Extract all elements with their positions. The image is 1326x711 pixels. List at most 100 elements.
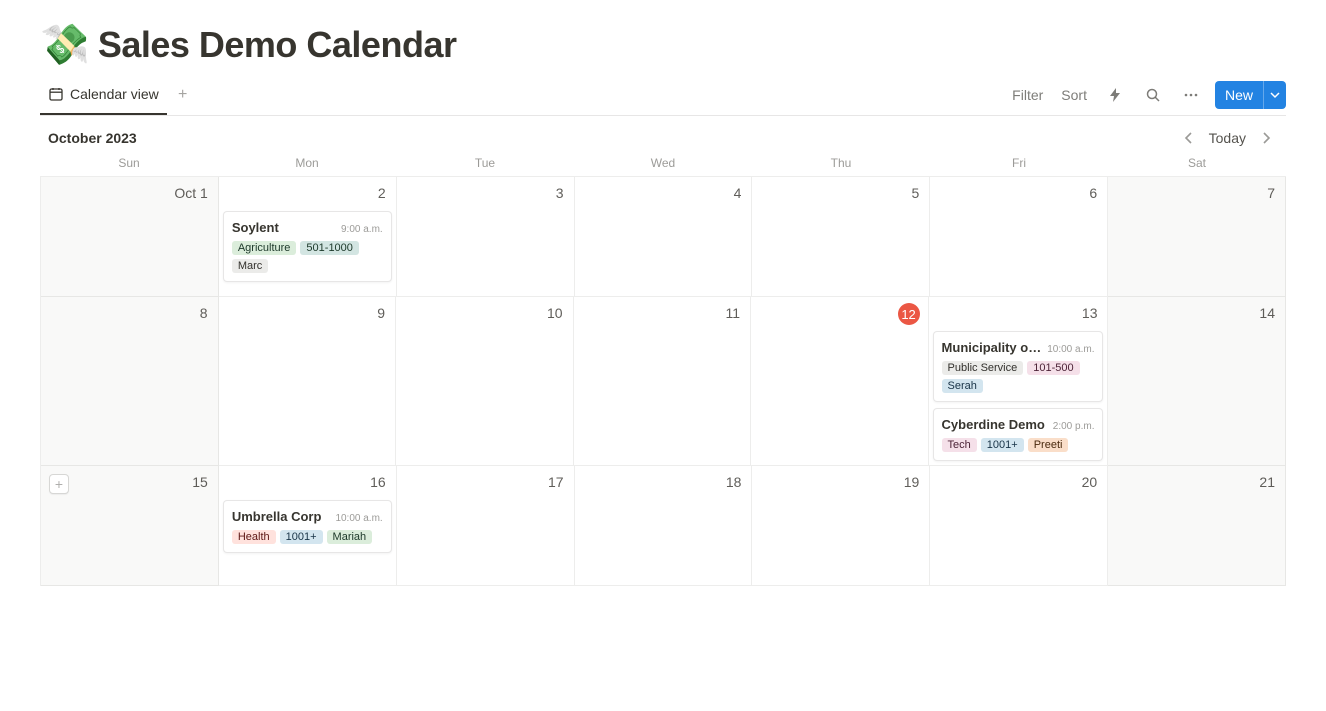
view-tab-label: Calendar view bbox=[70, 86, 159, 102]
day-number: 3 bbox=[556, 185, 564, 201]
day-number: 4 bbox=[734, 185, 742, 201]
calendar-day[interactable]: 19 bbox=[752, 466, 930, 586]
day-number: 16 bbox=[370, 474, 386, 490]
calendar-day[interactable]: 7 bbox=[1108, 177, 1286, 297]
event-tag: 101-500 bbox=[1027, 361, 1079, 375]
day-number: 6 bbox=[1089, 185, 1097, 201]
calendar-day[interactable]: 11 bbox=[574, 297, 752, 466]
event-tag: Agriculture bbox=[232, 241, 297, 255]
calendar-day[interactable]: 6 bbox=[930, 177, 1108, 297]
prev-month-button[interactable] bbox=[1177, 126, 1201, 150]
calendar-day[interactable]: 17 bbox=[397, 466, 575, 586]
day-number: 2 bbox=[378, 185, 386, 201]
event-time: 2:00 p.m. bbox=[1053, 421, 1095, 432]
day-number: 13 bbox=[1082, 305, 1098, 321]
automations-button[interactable] bbox=[1101, 81, 1129, 109]
event-tag: Tech bbox=[942, 438, 977, 452]
calendar-day[interactable]: 9 bbox=[219, 297, 397, 466]
calendar-day[interactable]: 8 bbox=[41, 297, 219, 466]
calendar-day[interactable]: 16 Umbrella Corp 10:00 a.m. Health 1001+ Mari… bbox=[219, 466, 397, 586]
add-view-button[interactable]: + bbox=[171, 83, 195, 107]
event-time: 9:00 a.m. bbox=[341, 224, 383, 235]
dow-label: Sun bbox=[40, 156, 218, 170]
search-button[interactable] bbox=[1139, 81, 1167, 109]
day-number: Oct 1 bbox=[174, 185, 207, 201]
event-time: 10:00 a.m. bbox=[335, 513, 382, 524]
day-number: 20 bbox=[1082, 474, 1098, 490]
day-number: 21 bbox=[1259, 474, 1275, 490]
event-tag: Mariah bbox=[327, 530, 373, 544]
calendar-day[interactable]: Oct 1 bbox=[41, 177, 219, 297]
chevron-left-icon bbox=[1182, 131, 1196, 145]
bolt-icon bbox=[1107, 87, 1123, 103]
event-card[interactable]: Umbrella Corp 10:00 a.m. Health 1001+ Mariah bbox=[223, 500, 392, 553]
new-button-dropdown[interactable] bbox=[1263, 81, 1286, 109]
day-number: 12 bbox=[898, 303, 920, 325]
day-number: 8 bbox=[200, 305, 208, 321]
dow-label: Mon bbox=[218, 156, 396, 170]
new-button[interactable]: New bbox=[1215, 81, 1286, 109]
calendar-day[interactable]: 21 bbox=[1108, 466, 1286, 586]
event-tag: Marc bbox=[232, 259, 268, 273]
search-icon bbox=[1145, 87, 1161, 103]
sort-button[interactable]: Sort bbox=[1057, 83, 1091, 107]
day-number: 15 bbox=[192, 474, 208, 490]
next-month-button[interactable] bbox=[1254, 126, 1278, 150]
dow-label: Fri bbox=[930, 156, 1108, 170]
today-button[interactable]: Today bbox=[1203, 128, 1252, 148]
page-title-row: 💸 Sales Demo Calendar bbox=[40, 0, 1286, 74]
day-of-week-header: SunMonTueWedThuFriSat bbox=[40, 156, 1286, 176]
calendar-day[interactable]: 4 bbox=[575, 177, 753, 297]
event-title: Soylent bbox=[232, 220, 279, 235]
day-number: 7 bbox=[1267, 185, 1275, 201]
day-number: 9 bbox=[377, 305, 385, 321]
plus-icon: + bbox=[178, 86, 187, 104]
add-event-button[interactable]: + bbox=[49, 474, 69, 494]
event-card[interactable]: Soylent 9:00 a.m. Agriculture501-1000 Marc bbox=[223, 211, 392, 282]
calendar-grid: Oct 1 2 Soylent 9:00 a.m. Agriculture501-100… bbox=[40, 176, 1286, 586]
chevron-right-icon bbox=[1259, 131, 1273, 145]
view-tab-calendar[interactable]: Calendar view bbox=[40, 74, 167, 115]
calendar-day[interactable]: 12 bbox=[751, 297, 929, 466]
event-card[interactable]: Municipality o…10:00 a.m.Public Service1… bbox=[933, 331, 1104, 402]
day-number: 5 bbox=[911, 185, 919, 201]
month-header: October 2023 Today bbox=[40, 116, 1286, 156]
event-title: Municipality o… bbox=[942, 340, 1042, 355]
event-tag: Public Service bbox=[942, 361, 1024, 375]
day-number: 10 bbox=[547, 305, 563, 321]
page-emoji[interactable]: 💸 bbox=[40, 25, 90, 65]
database-toolbar: Calendar view + Filter Sort New bbox=[40, 74, 1286, 116]
calendar-day[interactable]: 13 Municipality o…10:00 a.m.Public Servic… bbox=[929, 297, 1109, 466]
event-title: Cyberdine Demo bbox=[942, 417, 1045, 432]
more-button[interactable] bbox=[1177, 81, 1205, 109]
day-number: 19 bbox=[904, 474, 920, 490]
month-label: October 2023 bbox=[48, 130, 137, 146]
calendar-icon bbox=[48, 86, 64, 102]
day-number: 17 bbox=[548, 474, 564, 490]
chevron-down-icon bbox=[1270, 90, 1280, 100]
new-button-label: New bbox=[1215, 81, 1263, 109]
event-tag: 1001+ bbox=[981, 438, 1024, 452]
filter-button[interactable]: Filter bbox=[1008, 83, 1047, 107]
dow-label: Tue bbox=[396, 156, 574, 170]
calendar-day[interactable]: 3 bbox=[397, 177, 575, 297]
day-number: 18 bbox=[726, 474, 742, 490]
event-tag: 1001+ bbox=[280, 530, 323, 544]
event-tag: Serah bbox=[942, 379, 983, 393]
calendar-day[interactable]: 14 bbox=[1108, 297, 1286, 466]
event-tag: 501-1000 bbox=[300, 241, 359, 255]
calendar-day[interactable]: 2 Soylent 9:00 a.m. Agriculture501-1000 Marc bbox=[219, 177, 397, 297]
page-title[interactable]: Sales Demo Calendar bbox=[98, 24, 457, 66]
event-card[interactable]: Cyberdine Demo 2:00 p.m. Tech 1001+ Preeti bbox=[933, 408, 1104, 461]
event-title: Umbrella Corp bbox=[232, 509, 322, 524]
day-number: 11 bbox=[725, 305, 740, 321]
calendar-day[interactable]: 20 bbox=[930, 466, 1108, 586]
calendar-day[interactable]: 18 bbox=[575, 466, 753, 586]
calendar-day[interactable]: 15 + bbox=[41, 466, 219, 586]
calendar-day[interactable]: 10 bbox=[396, 297, 574, 466]
dow-label: Thu bbox=[752, 156, 930, 170]
event-tag: Health bbox=[232, 530, 276, 544]
event-tag: Preeti bbox=[1028, 438, 1069, 452]
day-number: 14 bbox=[1259, 305, 1275, 321]
calendar-day[interactable]: 5 bbox=[752, 177, 930, 297]
